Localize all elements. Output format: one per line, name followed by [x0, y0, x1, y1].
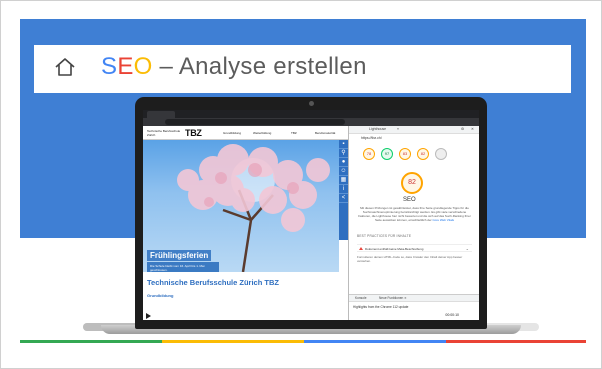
pwa-icon[interactable]: [435, 148, 447, 160]
google-line-green: [20, 340, 162, 343]
audit-row[interactable]: Dokument enthält keine Meta-Beschreibung…: [357, 244, 472, 252]
google-line-yellow: [162, 340, 304, 343]
slide-title: SEO – Analyse erstellen: [101, 53, 367, 80]
seo-description: Mit diesen Prüfungen ist gewährleistet, …: [358, 206, 471, 222]
core-web-vitals-link[interactable]: Core Web Vitals: [432, 218, 454, 222]
score-gauge[interactable]: 83: [399, 148, 411, 160]
nav-item-grundbildung[interactable]: Grundbildung: [223, 131, 241, 135]
location-icon[interactable]: ●: [339, 158, 348, 167]
browser-tab[interactable]: [147, 111, 175, 118]
website-viewport: Technische Berufsschule Zürich TBZ Grund…: [143, 126, 348, 320]
google-line-red: [446, 340, 586, 343]
tab-lighthouse[interactable]: Lighthouse: [369, 127, 386, 131]
whats-new-highlight: Highlights from the Chrome 112 update: [353, 305, 409, 309]
seo-score-gauge: 82: [401, 172, 423, 194]
google-line-blue: [304, 340, 446, 343]
site-brand[interactable]: TBZ: [185, 128, 202, 138]
browser-toolbar: [143, 118, 479, 126]
audit-title: Dokument enthält keine Meta-Beschreibung: [365, 247, 424, 251]
site-logo-text: Technische Berufsschule Zürich: [147, 129, 181, 137]
hero-subtitle: Die Schule bleibt vom 16. April bis 1. M…: [147, 262, 219, 272]
user-icon[interactable]: ☺: [339, 167, 348, 176]
warning-icon: [359, 247, 363, 250]
console-tabs: Konsole Neue Funktionen ✕: [349, 295, 479, 302]
search-icon[interactable]: ⚲: [339, 149, 348, 158]
section-heading[interactable]: Grundbildung: [147, 293, 173, 298]
score-gauges: 78 97 83 82: [363, 148, 473, 164]
calendar-icon[interactable]: ▦: [339, 176, 348, 185]
school-name-heading: Technische Berufsschule Zürich TBZ: [147, 278, 279, 287]
hero-image: Frühlingsferien Die Schule bleibt vom 16…: [143, 140, 339, 272]
address-bar[interactable]: [165, 119, 345, 125]
site-header: Technische Berufsschule Zürich TBZ Grund…: [143, 126, 348, 140]
seo-label: SEO: [403, 197, 416, 203]
laptop-mockup: Technische Berufsschule Zürich TBZ Grund…: [135, 97, 487, 329]
gear-icon[interactable]: ⚙: [461, 127, 464, 131]
video-time: 00:00:10: [445, 313, 459, 317]
info-icon[interactable]: i: [339, 185, 348, 194]
hero-title: Frühlingsferien: [147, 250, 212, 261]
score-gauge[interactable]: 78: [363, 148, 375, 160]
audit-section-label: BEST PRACTICES FÜR INHALTE: [357, 234, 412, 238]
tab-more[interactable]: »: [397, 127, 399, 131]
laptop-screen: Technische Berufsschule Zürich TBZ Grund…: [143, 110, 479, 320]
score-gauge[interactable]: 82: [417, 148, 429, 160]
chat-icon[interactable]: ▪: [339, 140, 348, 149]
video-controls: 00:00:10: [143, 312, 479, 320]
camera-icon: [309, 101, 314, 106]
nav-item-tbz[interactable]: TBZ: [291, 131, 297, 135]
play-icon[interactable]: [146, 313, 151, 319]
slide-frame: SEO – Analyse erstellen Technische Beruf…: [0, 0, 602, 369]
close-icon[interactable]: ✕: [471, 127, 474, 131]
devtools-panel: Lighthouse » ⚙ ✕ https://tbz.ch/ 78 97 8…: [348, 126, 479, 320]
nav-item-weiterbildung[interactable]: Weiterbildung: [253, 131, 271, 135]
audit-description: Formulieren deinen HTML-Code so, dass Cr…: [357, 255, 463, 263]
side-icon-bar: ▪ ⚲ ● ☺ ▦ i <: [339, 140, 348, 240]
nav-item-berufsmaturitaet[interactable]: Berufsmaturität: [315, 131, 335, 135]
tab-whats-new[interactable]: Neue Funktionen ✕: [379, 296, 407, 300]
browser-tab-bar: [143, 110, 479, 118]
devtools-tabs: Lighthouse » ⚙ ✕: [349, 126, 479, 134]
share-icon[interactable]: <: [339, 194, 348, 203]
report-url[interactable]: https://tbz.ch/: [361, 136, 382, 140]
tab-console[interactable]: Konsole: [355, 296, 367, 300]
home-icon[interactable]: [54, 56, 76, 78]
score-gauge[interactable]: 97: [381, 148, 393, 160]
chevron-down-icon: ⌄: [465, 246, 469, 251]
